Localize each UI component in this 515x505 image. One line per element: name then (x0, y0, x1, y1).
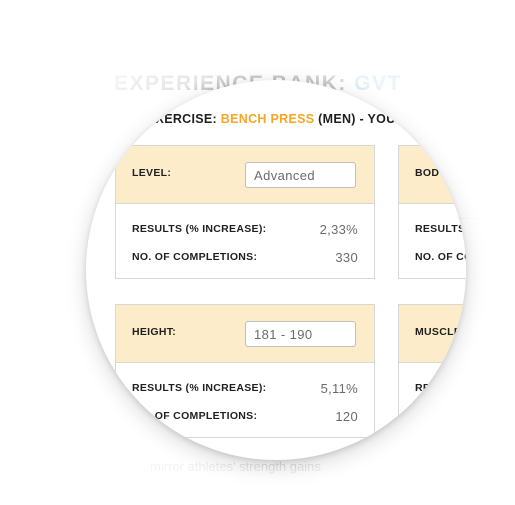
exercise-name: BENCH PRESS (220, 112, 315, 126)
completions-label: NO. OF COMPLETIONS: (132, 410, 258, 422)
muscle-fiber-card-header: MUSCLE FIBER (399, 305, 466, 363)
magnified-view: EXPERIENCE BANK: GVT mirror athletes' st… (0, 0, 515, 505)
body-weight-label: BODY WEIGHT (415, 167, 466, 179)
completions-row: NO. OF COMPLETIONS (415, 250, 466, 266)
completions-value: 330 (335, 250, 358, 265)
background-paragraph: mirror athletes' strength gains (150, 459, 321, 474)
completions-row: NO. OF COMPLETIONS (415, 409, 466, 425)
test-exercise-heading: TEST EXERCISE: BENCH PRESS (MEN) - YOUR … (110, 112, 466, 126)
results-row: RESULTS (% INCREASE) (415, 222, 466, 238)
results-row: RESULTS (% INCREASE): 2,33% (132, 222, 358, 238)
height-card-header: HEIGHT: 181 - 190 (116, 305, 374, 363)
results-value: 5,11% (320, 381, 358, 396)
body-weight-card-header: BODY WEIGHT (399, 146, 466, 204)
muscle-fiber-label: MUSCLE FIBER (415, 326, 466, 338)
results-value: 2,33% (319, 222, 358, 237)
completions-value: 120 (335, 409, 358, 424)
height-card: HEIGHT: 181 - 190 RESULTS (% INCREASE): … (115, 304, 375, 438)
results-label: RESULTS (% INCREASE): (132, 223, 267, 235)
subtitle-prefix: TEST EXERCISE: (110, 112, 221, 126)
muscle-fiber-card: MUSCLE FIBER RESULTS NO. OF COMPLETIONS (398, 304, 466, 438)
completions-label: NO. OF COMPLETIONS (415, 410, 466, 422)
completions-label: NO. OF COMPLETIONS: (132, 251, 258, 263)
results-label: RESULTS (% INCREASE) (415, 223, 466, 235)
level-label: LEVEL: (132, 167, 172, 179)
body-weight-card: BODY WEIGHT RESULTS (% INCREASE) NO. OF … (398, 145, 466, 279)
height-select[interactable]: 181 - 190 (245, 321, 356, 347)
completions-row: NO. OF COMPLETIONS: 120 (132, 409, 358, 425)
completions-row: NO. OF COMPLETIONS: 330 (132, 250, 358, 266)
level-card-header: LEVEL: Advanced (116, 146, 374, 204)
results-label: RESULTS (415, 382, 466, 394)
magnifier-lens: TEST EXERCISE: BENCH PRESS (MEN) - YOUR … (86, 80, 466, 460)
level-card: LEVEL: Advanced RESULTS (% INCREASE): 2,… (115, 145, 375, 279)
divider (20, 218, 75, 219)
completions-label: NO. OF COMPLETIONS (415, 251, 466, 263)
subtitle-suffix: (MEN) - YOUR EXPECTED (314, 112, 466, 126)
results-row: RESULTS (% INCREASE): 5,11% (132, 381, 358, 397)
divider (20, 366, 75, 367)
results-row: RESULTS (415, 381, 466, 397)
height-label: HEIGHT: (132, 326, 177, 338)
level-select[interactable]: Advanced (245, 162, 356, 188)
results-label: RESULTS (% INCREASE): (132, 382, 267, 394)
